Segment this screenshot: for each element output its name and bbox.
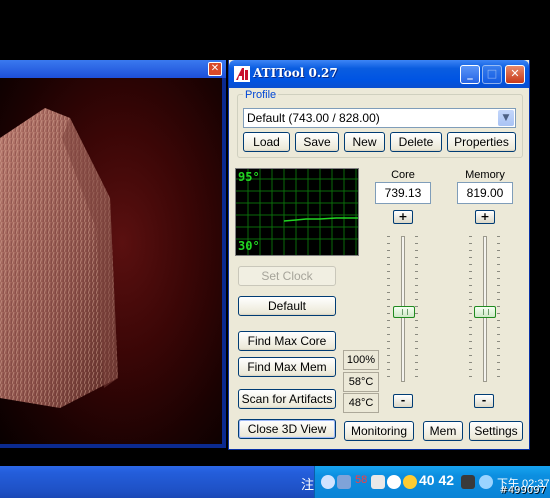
properties-button[interactable]: Properties [447, 132, 516, 152]
minimize-button[interactable]: _ [460, 65, 480, 84]
update-icon[interactable] [479, 475, 493, 489]
core-label: Core [391, 169, 415, 181]
monitor-icon[interactable] [371, 475, 385, 489]
monitoring-button[interactable]: Monitoring [344, 421, 414, 441]
delete-button[interactable]: Delete [390, 132, 442, 152]
3d-view-titlebar[interactable] [0, 60, 226, 78]
memory-label: Memory [465, 169, 505, 181]
ime-indicator[interactable]: 注 [301, 474, 314, 493]
digital-clock-display: 40 42 [419, 472, 455, 488]
chevron-left-icon[interactable] [321, 475, 335, 489]
speaker-icon[interactable] [387, 475, 401, 489]
profile-select[interactable]: Default (743.00 / 828.00) ▼ [243, 108, 516, 128]
3d-view-window: ✕ [0, 60, 226, 448]
network-icon[interactable] [337, 475, 351, 489]
graph-min-label: 30° [238, 239, 260, 253]
new-button[interactable]: New [344, 132, 385, 152]
core-increase-button[interactable]: + [393, 210, 413, 224]
ati-logo-icon [234, 66, 250, 82]
atitool-window: ATITool 0.27 _ □ ✕ Profile Default (743.… [228, 60, 530, 450]
profile-select-value: Default (743.00 / 828.00) [247, 111, 380, 125]
memory-slider-ticks [469, 236, 472, 382]
mem-button[interactable]: Mem [423, 421, 463, 441]
close-3d-view-button[interactable]: Close 3D View [238, 419, 336, 439]
settings-button[interactable]: Settings [469, 421, 523, 441]
tray-counter: 58 [355, 474, 368, 486]
core-slider-thumb[interactable] [393, 305, 415, 318]
default-button[interactable]: Default [238, 296, 336, 316]
core-slider-ticks [387, 236, 390, 382]
memory-increase-button[interactable]: + [475, 210, 495, 224]
core-clock-field[interactable]: 739.13 [375, 182, 431, 204]
load-button[interactable]: Load [243, 132, 290, 152]
window-title: ATITool 0.27 [253, 66, 338, 80]
temperature-readout-1: 58°C [343, 372, 379, 392]
graph-max-label: 95° [238, 170, 260, 184]
temperature-readout-2: 48°C [343, 393, 379, 413]
memory-slider-ticks-right [497, 236, 500, 382]
image-watermark: #499097 [499, 485, 546, 496]
gpu-tray-icon[interactable] [461, 475, 475, 489]
3d-view-close-button[interactable]: ✕ [208, 62, 222, 76]
memory-slider-thumb[interactable] [474, 305, 496, 318]
core-decrease-button[interactable]: - [393, 394, 413, 408]
maximize-button[interactable]: □ [482, 65, 502, 84]
set-clock-button[interactable]: Set Clock [238, 266, 336, 286]
scan-artifacts-button[interactable]: Scan for Artifacts [238, 389, 336, 409]
find-max-core-button[interactable]: Find Max Core [238, 331, 336, 351]
memory-decrease-button[interactable]: - [474, 394, 494, 408]
3d-render-canvas [0, 78, 222, 444]
chevron-down-icon[interactable]: ▼ [498, 110, 514, 126]
gpu-load-readout: 100% [343, 350, 379, 370]
close-button[interactable]: ✕ [505, 65, 525, 84]
temperature-line [283, 217, 358, 222]
fur-cube-render [0, 108, 118, 408]
title-bar[interactable]: ATITool 0.27 _ □ ✕ [229, 60, 529, 88]
temperature-graph: 95° 30° [235, 168, 359, 256]
core-slider-ticks-right [415, 236, 418, 382]
messenger-icon[interactable] [403, 475, 417, 489]
memory-clock-field[interactable]: 819.00 [457, 182, 513, 204]
find-max-mem-button[interactable]: Find Max Mem [238, 357, 336, 377]
save-button[interactable]: Save [295, 132, 339, 152]
profile-group-label: Profile [243, 89, 279, 101]
